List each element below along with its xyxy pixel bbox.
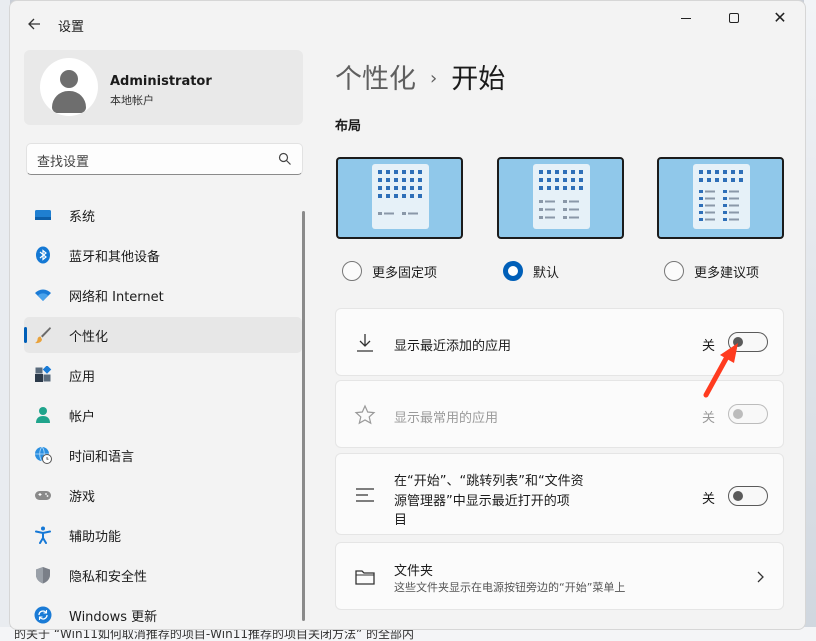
layout-preview-more-pins[interactable] (336, 157, 463, 239)
sidebar-item-privacy[interactable]: 隐私和安全性 (24, 557, 302, 593)
window-title: 设置 (58, 20, 85, 35)
accessibility-icon (35, 526, 51, 544)
sidebar-nav: 系统 蓝牙和其他设备 网络和 Internet 个性化 应用 帐户 时间和语言 (24, 197, 302, 629)
minimize-icon (681, 17, 691, 19)
close-icon: ✕ (773, 8, 787, 27)
radio-label: 更多建议项 (694, 265, 760, 281)
layout-option-default[interactable]: 默认 (503, 261, 559, 281)
radio-more-pins[interactable] (342, 261, 362, 281)
maximize-icon (729, 13, 739, 23)
sidebar-item-label: 蓝牙和其他设备 (69, 249, 161, 265)
globe-clock-icon (35, 446, 52, 464)
setting-title: 显示最常用的应用 (394, 411, 499, 426)
back-button[interactable] (24, 14, 44, 34)
sidebar-item-label: 应用 (69, 369, 96, 385)
sidebar-item-label: 系统 (69, 209, 96, 225)
breadcrumb: 个性化 › 开始 (335, 57, 505, 96)
sidebar-item-accounts[interactable]: 帐户 (24, 397, 302, 433)
sidebar-item-windows-update[interactable]: Windows 更新 (24, 597, 302, 629)
sidebar-item-label: 时间和语言 (69, 449, 135, 465)
sidebar-item-personalization[interactable]: 个性化 (24, 317, 302, 353)
toggle-state-label: 关 (701, 411, 715, 426)
setting-folders[interactable]: 文件夹 这些文件夹显示在电源按钮旁边的“开始”菜单上 (335, 542, 784, 610)
sidebar-item-bluetooth[interactable]: 蓝牙和其他设备 (24, 237, 302, 273)
back-arrow-icon (28, 18, 40, 30)
setting-title: 文件夹 (394, 564, 434, 579)
list-icon (356, 488, 374, 502)
avatar (40, 58, 98, 116)
layout-option-more-pins[interactable]: 更多固定项 (342, 261, 437, 281)
apps-icon (35, 366, 52, 382)
recent-items-toggle[interactable] (728, 486, 768, 506)
gamepad-icon (35, 491, 51, 500)
radio-default[interactable] (503, 261, 523, 281)
title-bar: 设置 ✕ (10, 1, 805, 47)
radio-more-recommendations[interactable] (664, 261, 684, 281)
layout-preview-more-pins-panel (372, 164, 429, 229)
maximize-button[interactable] (711, 7, 757, 29)
sidebar-item-label: 个性化 (69, 329, 109, 345)
sidebar-item-label: 隐私和安全性 (69, 569, 148, 585)
search-icon (278, 152, 291, 165)
update-icon (34, 606, 52, 624)
system-icon (35, 210, 51, 220)
download-icon (357, 334, 373, 352)
setting-subtitle: 这些文件夹显示在电源按钮旁边的“开始”菜单上 (394, 581, 626, 594)
layout-section-title: 布局 (335, 119, 362, 134)
sidebar-item-label: 网络和 Internet (69, 289, 164, 305)
search-input[interactable]: 查找设置 (26, 143, 303, 175)
layout-option-more-recommendations[interactable]: 更多建议项 (664, 261, 759, 281)
setting-title-line-1: 在“开始”、“跳转列表”和“文件资 (394, 474, 584, 489)
page-title: 开始 (451, 64, 506, 95)
account-type: 本地帐户 (110, 94, 154, 107)
sidebar-item-network[interactable]: 网络和 Internet (24, 277, 302, 313)
sidebar-item-accessibility[interactable]: 辅助功能 (24, 517, 302, 553)
folder-icon (355, 570, 375, 585)
sidebar-item-time-language[interactable]: 时间和语言 (24, 437, 302, 473)
most-used-toggle[interactable] (728, 404, 768, 424)
toggle-state-label: 关 (701, 492, 715, 507)
account-icon (36, 407, 50, 423)
brush-icon (35, 327, 51, 344)
user-profile-card[interactable]: Administrator 本地帐户 (24, 50, 303, 125)
sidebar-item-gaming[interactable]: 游戏 (24, 477, 302, 513)
annotation-arrow-icon (703, 343, 738, 398)
chevron-right-icon (757, 571, 764, 583)
layout-preview-default-panel (533, 164, 590, 229)
sidebar-item-apps[interactable]: 应用 (24, 357, 302, 393)
layout-preview-default[interactable] (497, 157, 624, 239)
breadcrumb-separator: › (430, 68, 438, 89)
layout-preview-more-recommendations[interactable] (657, 157, 784, 239)
sidebar-item-label: 帐户 (69, 409, 96, 425)
minimize-button[interactable] (663, 7, 709, 29)
sidebar-item-label: 游戏 (69, 489, 96, 505)
user-name: Administrator (110, 74, 212, 89)
setting-title-line-2: 源管理器”中显示最近打开的项 (394, 494, 570, 509)
setting-recent-items: 在“开始”、“跳转列表”和“文件资 源管理器”中显示最近打开的项 目 关 (335, 453, 784, 535)
setting-title-line-3: 目 (394, 513, 408, 528)
sidebar-item-label: Windows 更新 (69, 609, 158, 625)
setting-title: 显示最近添加的应用 (394, 339, 512, 354)
settings-window: 设置 ✕ Administrator 本地帐户 查找设置 系统 蓝牙和其他设备 … (9, 0, 806, 630)
bluetooth-icon (36, 246, 50, 264)
sidebar-item-system[interactable]: 系统 (24, 197, 302, 233)
radio-label: 默认 (533, 265, 560, 281)
sidebar-item-label: 辅助功能 (69, 529, 122, 545)
breadcrumb-parent[interactable]: 个性化 (335, 64, 416, 95)
star-icon (354, 404, 376, 425)
layout-preview-more-recommendations-panel (693, 164, 750, 229)
close-button[interactable]: ✕ (757, 7, 803, 29)
sidebar-scrollbar[interactable] (302, 211, 305, 621)
wifi-icon (35, 289, 51, 301)
shield-icon (36, 567, 50, 584)
radio-label: 更多固定项 (372, 265, 438, 281)
search-placeholder: 查找设置 (37, 155, 90, 170)
